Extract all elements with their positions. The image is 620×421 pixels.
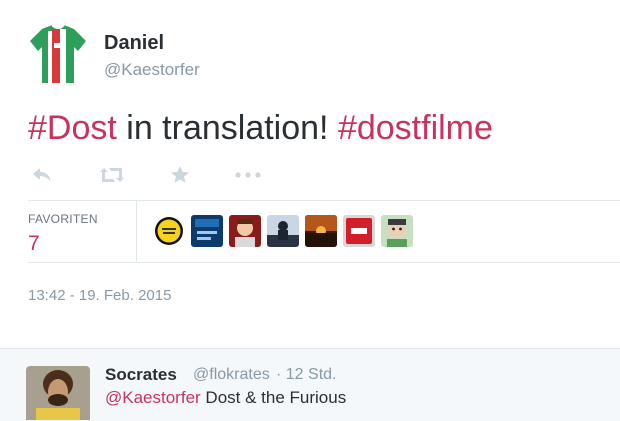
favoriter-avatar[interactable] xyxy=(191,215,223,247)
stats-divider-bottom xyxy=(28,262,620,263)
favorites-count[interactable]: 7 xyxy=(28,232,40,256)
tweet-timestamp[interactable]: 13:42 - 19. Feb. 2015 xyxy=(28,287,171,304)
favoriter-avatar[interactable] xyxy=(343,215,375,247)
reply-avatar[interactable] xyxy=(26,366,90,420)
reply-author-name[interactable]: Socrates xyxy=(105,365,177,385)
favorites-label[interactable]: FAVORITEN xyxy=(28,212,98,226)
hashtag-dostfilme[interactable]: #dostfilme xyxy=(338,109,493,147)
reply-time[interactable]: · 12 Std. xyxy=(276,366,336,384)
author-avatar[interactable] xyxy=(28,23,88,85)
reply-mention[interactable]: @Kaestorfer xyxy=(105,388,201,407)
reply-icon[interactable] xyxy=(28,163,56,187)
reply-text: @Kaestorfer Dost & the Furious xyxy=(105,388,346,408)
tweet-text-body: in translation! xyxy=(116,109,338,147)
reply-container[interactable] xyxy=(0,348,620,421)
favoriter-avatar[interactable] xyxy=(229,215,261,247)
stats-divider-vertical xyxy=(136,201,137,262)
favoriter-avatar[interactable] xyxy=(381,215,413,247)
favoriter-avatar[interactable] xyxy=(267,215,299,247)
favorite-icon[interactable] xyxy=(166,163,194,187)
reply-author-handle[interactable]: @flokrates xyxy=(193,366,270,384)
more-icon[interactable] xyxy=(232,163,264,187)
author-handle[interactable]: @Kaestorfer xyxy=(104,60,200,80)
favoriter-avatar[interactable] xyxy=(305,215,337,247)
stats-divider-top xyxy=(28,200,620,201)
reply-text-body: Dost & the Furious xyxy=(200,388,347,407)
favoriter-avatar[interactable] xyxy=(153,215,185,247)
hashtag-dost[interactable]: #Dost xyxy=(28,109,117,147)
author-name[interactable]: Daniel xyxy=(104,32,164,55)
retweet-icon[interactable] xyxy=(96,163,128,187)
tweet-text: #Dost in translation! #dostfilme xyxy=(28,108,493,148)
